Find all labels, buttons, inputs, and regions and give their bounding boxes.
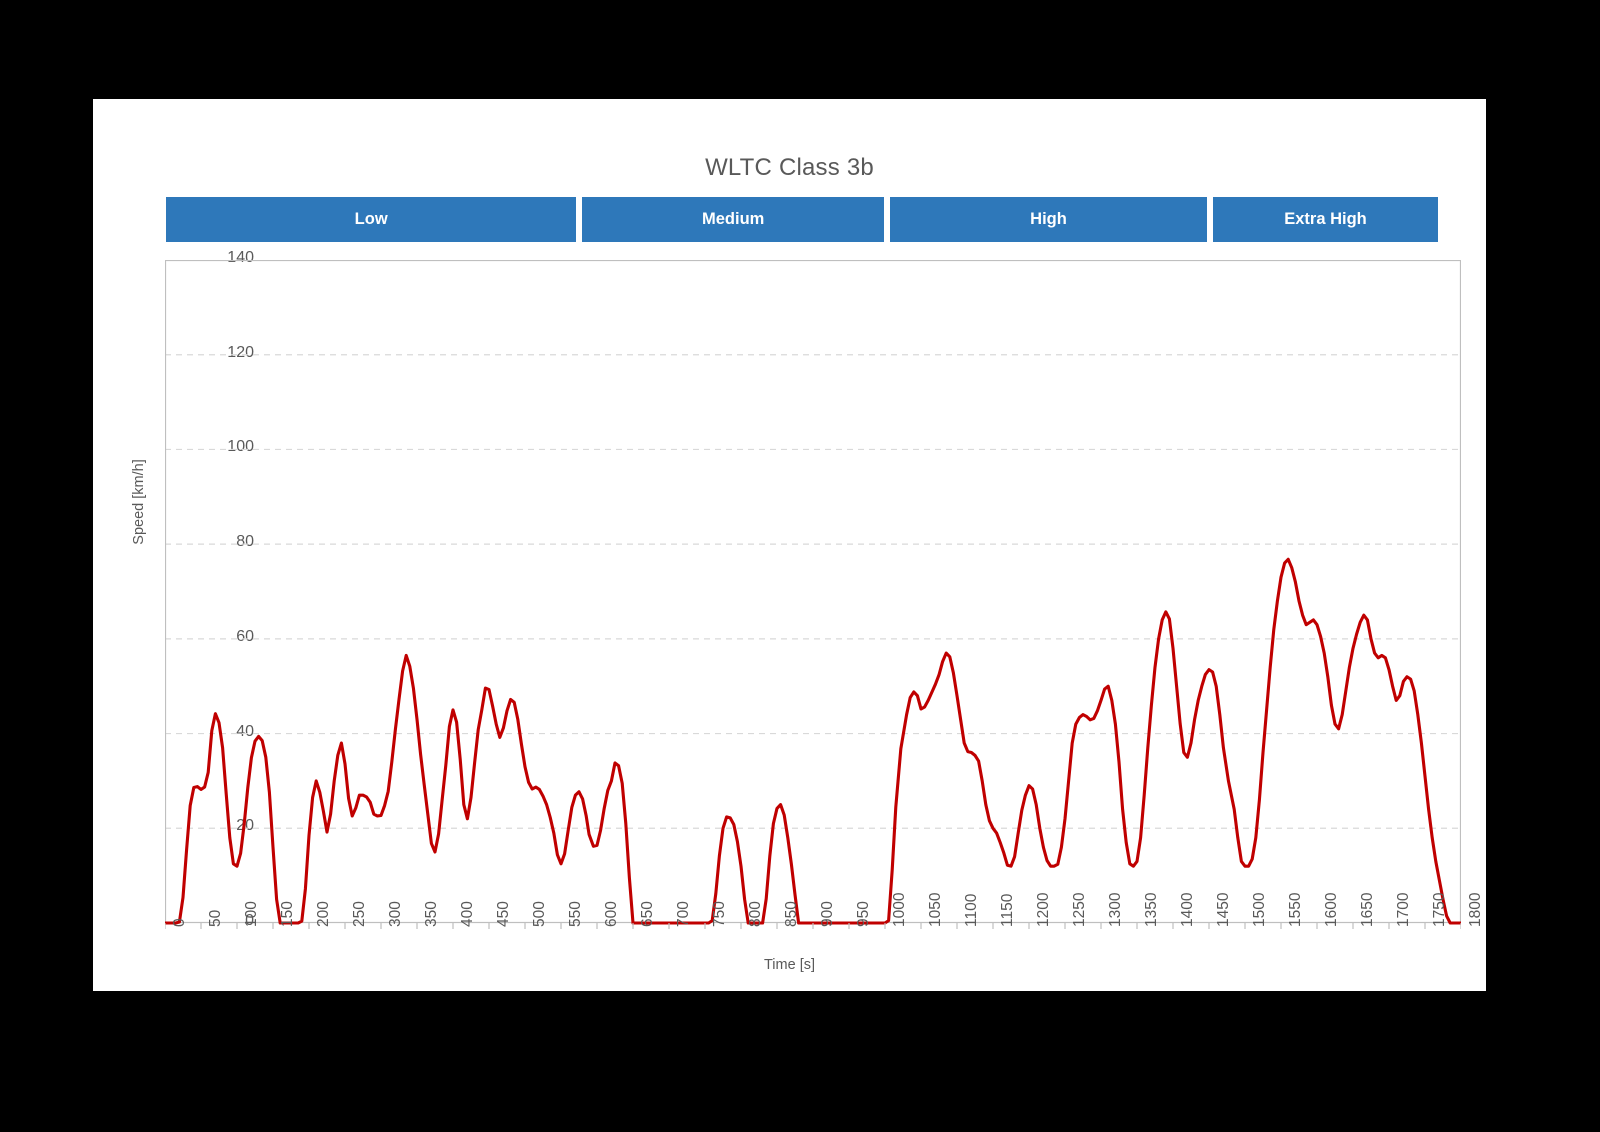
x-tick-label: 1150 xyxy=(999,893,1016,927)
x-tick-label: 300 xyxy=(387,901,404,927)
x-tick-label: 1200 xyxy=(1035,892,1052,927)
x-tick-label: 1250 xyxy=(1071,892,1088,927)
x-tick-label: 1000 xyxy=(891,892,908,927)
data-series-line xyxy=(165,557,1461,925)
x-tick-label: 350 xyxy=(423,901,440,927)
x-tick-label: 950 xyxy=(855,901,872,927)
x-tick-label: 100 xyxy=(243,901,260,927)
x-tick-label: 900 xyxy=(819,901,836,927)
x-tick-label: 1650 xyxy=(1359,892,1376,927)
x-tick-label: 450 xyxy=(495,901,512,927)
x-tick-label: 650 xyxy=(639,901,656,927)
x-tick-label: 550 xyxy=(567,901,584,927)
x-tick-label: 750 xyxy=(711,901,728,927)
x-tick-label: 1800 xyxy=(1467,892,1484,927)
x-tick-label: 500 xyxy=(531,901,548,927)
x-axis-title: Time [s] xyxy=(763,957,816,973)
x-tick-label: 1500 xyxy=(1251,892,1268,927)
x-tick-label: 1350 xyxy=(1143,892,1160,927)
plot-frame xyxy=(165,260,1461,924)
y-axis-title: Speed [km/h] xyxy=(131,459,147,545)
x-tick-label: 1600 xyxy=(1323,892,1340,927)
x-tick-label: 1700 xyxy=(1395,892,1412,927)
chart-card: WLTC Class 3b Low Medium High Extra High… xyxy=(93,99,1486,991)
x-tick-label: 700 xyxy=(675,901,692,927)
x-tick-label: 1450 xyxy=(1215,892,1232,927)
speed-trace-svg xyxy=(165,260,1461,929)
x-tick-label: 1100 xyxy=(963,893,980,927)
x-tick-label: 150 xyxy=(279,901,296,927)
x-tick-label: 200 xyxy=(315,901,332,927)
x-tick-label: 1300 xyxy=(1107,892,1124,927)
x-tick-label: 1750 xyxy=(1431,892,1448,927)
x-tick-label: 1400 xyxy=(1179,892,1196,927)
x-tick-label: 50 xyxy=(207,909,224,927)
plot-area: Speed [km/h] 0 20 40 60 80 100 120 140 0 50 100 15… xyxy=(93,99,1486,991)
x-tick-label: 1550 xyxy=(1287,892,1304,927)
x-tick-label: 1050 xyxy=(927,892,944,927)
x-tick-label: 0 xyxy=(171,918,188,927)
x-tick-label: 600 xyxy=(603,901,620,927)
x-tick-label: 800 xyxy=(747,901,764,927)
x-tick-label: 850 xyxy=(783,901,800,927)
x-tick-label: 250 xyxy=(351,901,368,927)
x-tick-label: 400 xyxy=(459,901,476,927)
